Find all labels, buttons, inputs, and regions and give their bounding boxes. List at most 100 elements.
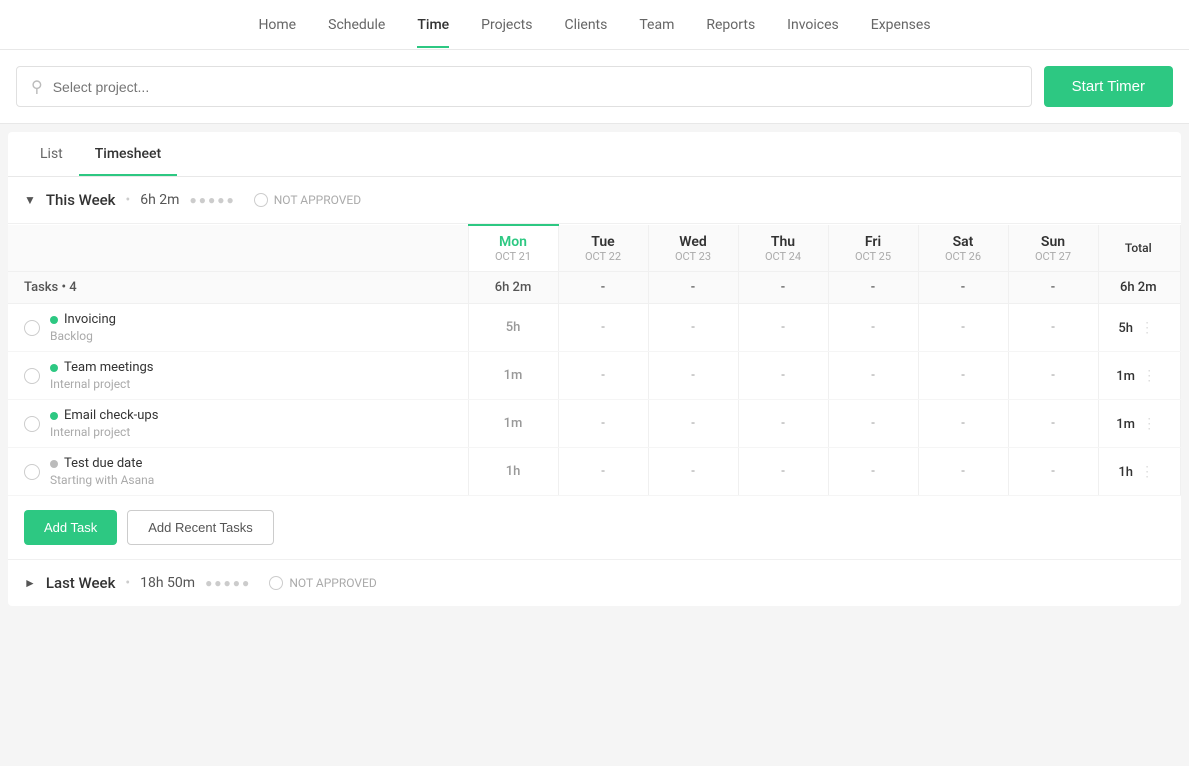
task-email-mon[interactable]: 1m [468,400,558,448]
task-invoicing-sat[interactable]: - [918,304,1008,352]
task-invoicing-sun[interactable]: - [1008,304,1098,352]
tasks-group-mon[interactable]: 6h 2m [468,272,558,304]
nav-schedule[interactable]: Schedule [328,3,385,47]
task-invoicing-delete-icon[interactable]: ⋮ [1136,320,1158,336]
task-invoicing-fri[interactable]: - [828,304,918,352]
this-week-collapse-icon[interactable]: ▼ [24,193,36,207]
task-meetings-delete-icon[interactable]: ⋮ [1138,368,1160,384]
task-email-delete-icon[interactable]: ⋮ [1138,416,1160,432]
project-search-wrap[interactable]: ⚲ [16,66,1032,107]
tasks-group-fri: - [828,272,918,304]
day-fri-header: Fri OCT 25 [828,225,918,272]
tasks-group-sun: - [1008,272,1098,304]
nav-team[interactable]: Team [639,3,674,47]
task-testdue-mon[interactable]: 1h [468,448,558,496]
nav-reports[interactable]: Reports [706,3,755,47]
task-meetings-thu[interactable]: - [738,352,828,400]
day-mon-header: Mon OCT 21 [468,225,558,272]
tab-list[interactable]: List [24,132,79,176]
task-email-sun[interactable]: - [1008,400,1098,448]
task-col-header [8,225,468,272]
task-email-thu[interactable]: - [738,400,828,448]
task-meetings-sat[interactable]: - [918,352,1008,400]
last-week-expand-icon[interactable]: ► [24,576,36,590]
task-testdue-delete-icon[interactable]: ⋮ [1136,464,1158,480]
task-invoicing-mon[interactable]: 5h [468,304,558,352]
main-nav: Home Schedule Time Projects Clients Team… [0,0,1189,50]
search-bar: ⚲ Start Timer [0,50,1189,124]
task-email-fri[interactable]: - [828,400,918,448]
task-invoicing-project: Backlog [50,329,116,343]
task-email-total: 1m ⋮ [1098,400,1181,448]
tasks-group-sat: - [918,272,1008,304]
task-meetings-project: Internal project [50,377,154,391]
nav-items: Home Schedule Time Projects Clients Team… [258,3,930,47]
last-week-approval: NOT APPROVED [269,576,376,590]
task-meetings-fri[interactable]: - [828,352,918,400]
task-testdue-name: Test due date [64,456,142,471]
task-email-sat[interactable]: - [918,400,1008,448]
day-header-row: Mon OCT 21 Tue OCT 22 Wed OCT 23 Thu OCT… [8,225,1181,272]
task-testdue-checkbox[interactable] [24,464,40,480]
tasks-group-tue: - [558,272,648,304]
nav-projects[interactable]: Projects [481,3,532,47]
last-week-options[interactable]: ●●●●● [205,576,251,590]
day-sat-header: Sat OCT 26 [918,225,1008,272]
add-task-row: Add Task Add Recent Tasks [8,496,1181,559]
day-sun-header: Sun OCT 27 [1008,225,1098,272]
task-invoicing-wed[interactable]: - [648,304,738,352]
task-testdue-sun[interactable]: - [1008,448,1098,496]
main-content: List Timesheet ▼ This Week • 6h 2m ●●●●●… [8,132,1181,606]
task-invoicing-checkbox[interactable] [24,320,40,336]
tab-timesheet[interactable]: Timesheet [79,132,177,176]
tasks-group-wed: - [648,272,738,304]
project-search-input[interactable] [53,79,1017,95]
task-email-tue[interactable]: - [558,400,648,448]
nav-time[interactable]: Time [417,3,449,47]
last-week-label: Last Week [46,574,116,592]
add-task-button[interactable]: Add Task [24,510,117,545]
task-meetings-tue[interactable]: - [558,352,648,400]
task-email-name: Email check-ups [64,408,158,423]
task-email-checkbox[interactable] [24,416,40,432]
start-timer-button[interactable]: Start Timer [1044,66,1173,107]
total-col-header: Total [1098,225,1181,272]
task-testdue-tue[interactable]: - [558,448,648,496]
nav-expenses[interactable]: Expenses [871,3,931,47]
this-week-options[interactable]: ●●●●● [189,193,235,207]
search-icon: ⚲ [31,77,43,96]
task-meetings-dot [50,364,58,372]
task-testdue-wed[interactable]: - [648,448,738,496]
task-meetings-mon[interactable]: 1m [468,352,558,400]
add-recent-tasks-button[interactable]: Add Recent Tasks [127,510,274,545]
tasks-group-total: 6h 2m [1098,272,1181,304]
task-invoicing-name: Invoicing [64,312,116,327]
this-week-approval: NOT APPROVED [254,193,361,207]
task-meetings-checkbox[interactable] [24,368,40,384]
task-invoicing-thu[interactable]: - [738,304,828,352]
nav-invoices[interactable]: Invoices [787,3,839,47]
nav-home[interactable]: Home [258,3,296,47]
task-meetings-sun[interactable]: - [1008,352,1098,400]
day-thu-header: Thu OCT 24 [738,225,828,272]
day-tue-header: Tue OCT 22 [558,225,648,272]
last-week-approval-icon [269,576,283,590]
tasks-group-thu: - [738,272,828,304]
task-testdue-fri[interactable]: - [828,448,918,496]
task-testdue-thu[interactable]: - [738,448,828,496]
nav-clients[interactable]: Clients [564,3,607,47]
task-row-test-due-date: Test due date Starting with Asana 1h - -… [8,448,1181,496]
task-row-team-meetings: Team meetings Internal project 1m - - - … [8,352,1181,400]
tasks-group-label: Tasks • 4 [8,272,468,304]
timesheet-table: Mon OCT 21 Tue OCT 22 Wed OCT 23 Thu OCT… [8,224,1181,496]
task-email-wed[interactable]: - [648,400,738,448]
approval-label: NOT APPROVED [274,193,361,207]
task-meetings-wed[interactable]: - [648,352,738,400]
task-testdue-info: Test due date Starting with Asana [8,448,468,496]
last-week-total: 18h 50m [140,575,195,591]
view-tabs: List Timesheet [8,132,1181,177]
task-testdue-project: Starting with Asana [50,473,154,487]
task-invoicing-tue[interactable]: - [558,304,648,352]
this-week-label: This Week [46,191,116,209]
task-testdue-sat[interactable]: - [918,448,1008,496]
